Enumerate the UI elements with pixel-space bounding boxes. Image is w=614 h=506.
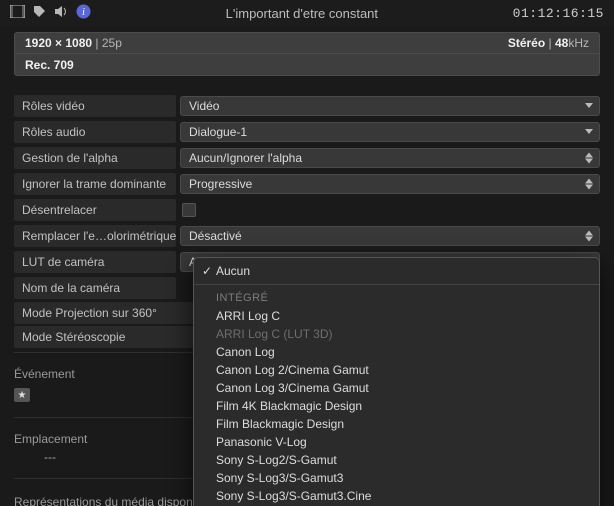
menu-section-builtin: INTÉGRÉ <box>194 289 599 307</box>
label-dominance: Ignorer la trame dominante <box>14 173 176 195</box>
menu-item-lut[interactable]: Canon Log 2/Cinema Gamut <box>194 361 599 379</box>
menu-item-lut[interactable]: Panasonic V-Log <box>194 433 599 451</box>
label-deinterlace: Désentrelacer <box>14 199 176 221</box>
select-audio-roles[interactable]: Dialogue-1 <box>180 122 600 142</box>
menu-item-lut[interactable]: Sony S-Log3/S-Gamut3.Cine <box>194 487 599 505</box>
audio-mode: Stéréo <box>508 36 545 50</box>
film-icon[interactable] <box>10 5 25 21</box>
framerate: 25p <box>102 36 122 50</box>
label-video-roles: Rôles vidéo <box>14 95 176 117</box>
stepper-icon <box>585 231 593 242</box>
select-video-roles[interactable]: Vidéo <box>180 96 600 116</box>
select-alpha[interactable]: Aucun/Ignorer l'alpha <box>180 148 600 168</box>
menu-separator <box>194 284 599 285</box>
menu-item-none[interactable]: Aucun <box>194 262 599 280</box>
select-override-color[interactable]: Désactivé <box>180 226 600 246</box>
stepper-icon <box>585 153 593 164</box>
resolution: 1920 × 1080 <box>25 36 92 50</box>
menu-item-lut[interactable]: Sony S-Log3/S-Gamut3 <box>194 469 599 487</box>
svg-text:i: i <box>82 7 85 18</box>
select-dominance[interactable]: Progressive <box>180 174 600 194</box>
sample-unit: kHz <box>568 36 589 50</box>
label-override-color: Remplacer l'e…olorimétrique <box>14 225 176 247</box>
menu-item-lut-disabled: ARRI Log C (LUT 3D) <box>194 325 599 343</box>
inspector-header: i L'important d'etre constant 01:12:16:1… <box>0 0 614 26</box>
timecode: 01:12:16:15 <box>513 6 604 21</box>
chevron-down-icon <box>585 103 593 109</box>
speaker-icon[interactable] <box>54 5 68 21</box>
checkbox-deinterlace[interactable] <box>182 203 196 217</box>
label-cam-lut: LUT de caméra <box>14 251 176 273</box>
color-profile: Rec. 709 <box>25 58 74 72</box>
tag-icon[interactable] <box>33 5 46 21</box>
stepper-icon <box>585 179 593 190</box>
menu-item-lut[interactable]: ARRI Log C <box>194 307 599 325</box>
format-bar: 1920 × 1080 | 25p Stéréo | 48kHz <box>14 32 600 54</box>
header-view-icons: i <box>10 4 91 22</box>
menu-item-lut[interactable]: Canon Log <box>194 343 599 361</box>
label-cam-name: Nom de la caméra <box>14 277 176 299</box>
media-rep-label: Représentations du média dispon <box>14 495 193 506</box>
info-icon[interactable]: i <box>76 4 91 22</box>
menu-item-lut[interactable]: Sony S-Log2/S-Gamut <box>194 451 599 469</box>
resolution-fps: 1920 × 1080 | 25p <box>25 36 122 50</box>
sample-rate: 48 <box>555 36 568 50</box>
label-audio-roles: Rôles audio <box>14 121 176 143</box>
menu-item-lut[interactable]: Film Blackmagic Design <box>194 415 599 433</box>
event-star-icon[interactable]: ★ <box>14 388 30 402</box>
menu-item-lut[interactable]: Film 4K Blackmagic Design <box>194 397 599 415</box>
color-profile-bar: Rec. 709 <box>14 54 600 76</box>
cam-lut-menu[interactable]: Aucun INTÉGRÉ ARRI Log C ARRI Log C (LUT… <box>193 257 600 506</box>
label-alpha: Gestion de l'alpha <box>14 147 176 169</box>
audio-format: Stéréo | 48kHz <box>508 36 589 50</box>
clip-title: L'important d'etre constant <box>91 6 513 21</box>
chevron-down-icon <box>585 129 593 135</box>
menu-item-lut[interactable]: Canon Log 3/Cinema Gamut <box>194 379 599 397</box>
